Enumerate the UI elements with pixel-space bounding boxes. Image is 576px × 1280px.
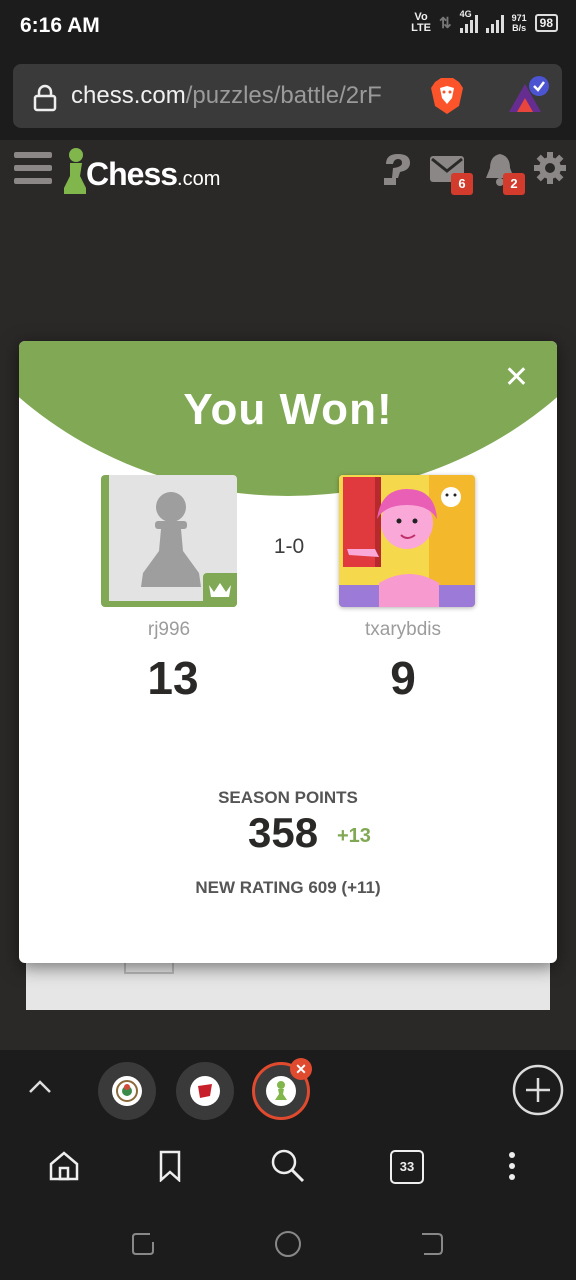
recent-apps-icon[interactable]: [130, 1230, 158, 1258]
status-bar: 6:16 AM Vo LTE ⇅ 4G 971 B/s 98: [0, 0, 576, 54]
notifications-badge: 2: [503, 173, 525, 195]
player-left-avatar: [101, 475, 237, 607]
player-left-name[interactable]: rj996: [69, 619, 269, 641]
game-result-modal: You Won! ✕ 1-0 rj996 13 txarybdis 9 SEAS…: [19, 341, 557, 963]
tab-favicon-2: [190, 1076, 220, 1106]
status-indicators: Vo LTE ⇅ 4G 971 B/s 98: [411, 9, 558, 34]
player-right-score: 9: [390, 652, 416, 704]
lock-icon: [33, 84, 57, 112]
tab-count: 33: [399, 1159, 415, 1174]
more-options-icon[interactable]: [506, 1150, 518, 1182]
home-circle-icon[interactable]: [274, 1230, 302, 1258]
signal-4g: 4G: [459, 9, 478, 33]
tab-strip: ✕: [0, 1050, 576, 1130]
bookmark-icon[interactable]: [158, 1150, 182, 1182]
chess-logo[interactable]: Chess.com: [86, 156, 220, 193]
player-right-name[interactable]: txarybdis: [303, 619, 503, 641]
chess-pawn-favicon-icon: [275, 1081, 287, 1100]
close-tab-icon[interactable]: ✕: [290, 1058, 312, 1080]
search-icon[interactable]: [270, 1148, 306, 1184]
volte-indicator: Vo LTE: [411, 11, 432, 34]
season-points-label: SEASON POINTS: [218, 788, 358, 807]
data-arrows-icon: ⇅: [439, 15, 452, 32]
season-points-delta: +13: [337, 825, 371, 847]
player-right-avatar: [339, 475, 475, 607]
chess-logo-pawn-icon[interactable]: [62, 146, 88, 196]
help-icon[interactable]: [380, 152, 414, 186]
close-icon[interactable]: ✕: [504, 363, 529, 393]
back-icon[interactable]: [418, 1230, 446, 1258]
browser-bottom-nav: 33: [0, 1130, 576, 1205]
modal-title: You Won!: [183, 385, 393, 434]
url-text[interactable]: chess.com/puzzles/battle/2rF: [71, 82, 423, 110]
signal-icon-2: [485, 13, 504, 33]
match-result: 1-0: [273, 535, 305, 558]
settings-gear-icon[interactable]: [534, 152, 566, 184]
new-rating: NEW RATING 609 (+11): [195, 878, 381, 897]
site-header: Chess.com 6 2: [0, 140, 576, 210]
system-navigation-bar: [0, 1204, 576, 1280]
tab-thumbnail-2[interactable]: [176, 1062, 234, 1120]
hamburger-menu-icon[interactable]: [14, 150, 52, 186]
crown-icon: [209, 583, 231, 597]
tab-favicon-1: [112, 1076, 142, 1106]
battery-icon: 98: [534, 14, 558, 32]
winner-crown-badge: [203, 573, 237, 607]
status-time: 6:16 AM: [20, 14, 100, 37]
chevron-up-icon[interactable]: [28, 1078, 52, 1094]
player-left-score: 13: [147, 652, 199, 704]
tab-thumbnail-1[interactable]: [98, 1062, 156, 1120]
address-bar[interactable]: chess.com/puzzles/battle/2rF: [13, 64, 562, 128]
browser-toolbar: chess.com/puzzles/battle/2rF: [0, 54, 576, 140]
emblem-favicon-icon: [116, 1080, 138, 1102]
red-logo-favicon-icon: [198, 1084, 212, 1098]
net-speed: 971 B/s: [511, 13, 527, 33]
cartoon-avatar: [339, 475, 475, 607]
tab-count-button[interactable]: 33: [390, 1150, 424, 1184]
tab-favicon-3: [266, 1076, 296, 1106]
brave-shield-icon[interactable]: [427, 76, 467, 116]
home-icon[interactable]: [48, 1150, 80, 1182]
new-tab-plus-icon[interactable]: [512, 1064, 564, 1116]
pawn-avatar-icon: [141, 492, 201, 587]
season-points-value: 358: [248, 809, 319, 856]
messages-badge: 6: [451, 173, 473, 195]
brave-rewards-icon[interactable]: [505, 74, 551, 118]
